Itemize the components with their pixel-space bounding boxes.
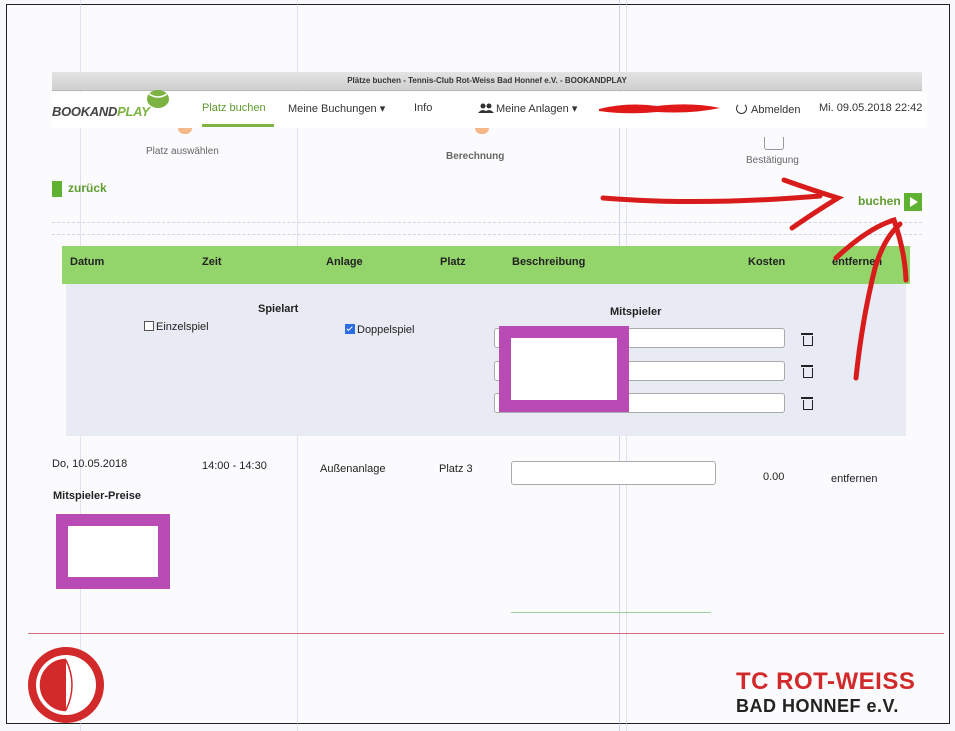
club-seal <box>28 647 104 723</box>
red-marker-arrows <box>600 177 909 381</box>
club-name: TC ROT-WEISS <box>736 668 916 695</box>
footer-divider <box>28 633 944 634</box>
club-location: BAD HONNEF e.V. <box>736 696 899 716</box>
